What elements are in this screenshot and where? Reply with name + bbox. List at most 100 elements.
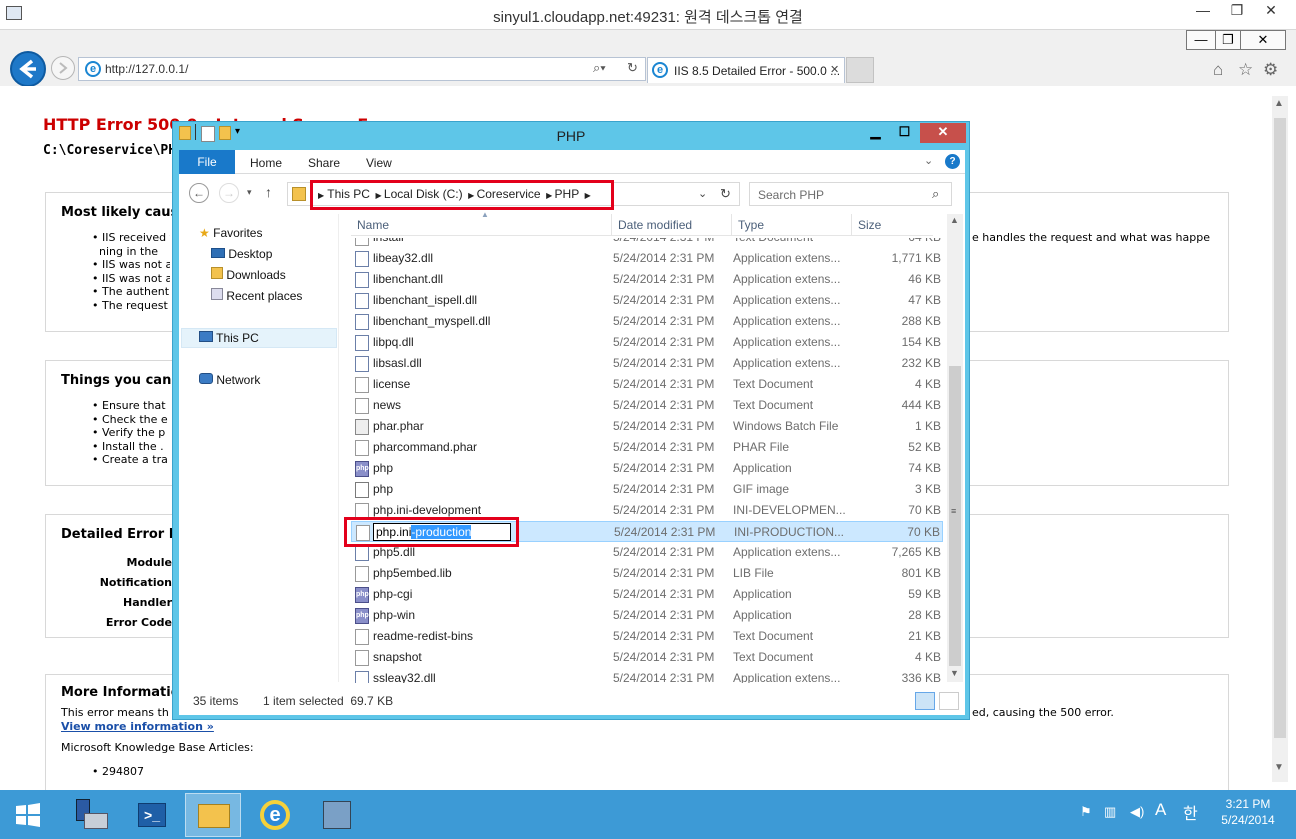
nav-recent-places[interactable]: Recent places xyxy=(211,287,302,305)
explorer-minimize-button[interactable]: ▁ xyxy=(862,123,889,143)
browser-minimize-button[interactable]: — xyxy=(1186,30,1216,50)
rdp-close-button[interactable]: ✕ xyxy=(1254,0,1288,22)
rdp-restore-button[interactable]: ❐ xyxy=(1220,0,1254,22)
favorites-star-icon[interactable]: ☆ xyxy=(1238,60,1253,80)
file-row[interactable]: libenchant_myspell.dll 5/24/2014 2:31 PM A… xyxy=(351,311,943,332)
file-row[interactable]: libenchant_ispell.dll 5/24/2014 2:31 PM Ap… xyxy=(351,290,943,311)
file-row[interactable]: phar.phar 5/24/2014 2:31 PM Windows Batch … xyxy=(351,416,943,437)
taskbar-internet-explorer[interactable]: e xyxy=(247,793,303,837)
large-icons-view-icon[interactable] xyxy=(939,692,959,710)
ribbon-expand-icon[interactable]: ⌄ xyxy=(924,154,933,167)
scroll-down-icon[interactable]: ▼ xyxy=(1274,762,1284,773)
file-row[interactable]: php php-win 5/24/2014 2:31 PM Application 28… xyxy=(351,605,943,626)
file-row[interactable]: readme-redist-bins 5/24/2014 2:31 PM Text … xyxy=(351,626,943,647)
nav-this-pc[interactable]: This PC xyxy=(199,329,259,347)
list-item: • Create a tra xyxy=(92,453,168,466)
list-scroll-down-icon[interactable]: ▼ xyxy=(950,668,959,678)
ribbon-tab-share[interactable]: Share xyxy=(308,156,340,170)
search-php-box[interactable]: Search PHP ⌕ xyxy=(749,182,952,206)
file-row[interactable]: php php 5/24/2014 2:31 PM Application 74 KB xyxy=(351,458,943,479)
address-text[interactable]: http://127.0.0.1/ xyxy=(105,62,188,76)
file-row[interactable]: ssleay32.dll 5/24/2014 2:31 PM Application… xyxy=(351,668,943,683)
tab-close-icon[interactable]: ✕ xyxy=(830,63,839,76)
file-row[interactable]: php5embed.lib 5/24/2014 2:31 PM LIB File 80… xyxy=(351,563,943,584)
breadcrumb-local-disk[interactable]: Local Disk (C:) xyxy=(384,187,463,201)
details-view-icon[interactable] xyxy=(915,692,935,710)
list-scroll-up-icon[interactable]: ▲ xyxy=(950,215,959,225)
file-row[interactable]: libpq.dll 5/24/2014 2:31 PM Application ex… xyxy=(351,332,943,353)
settings-gear-icon[interactable]: ⚙ xyxy=(1263,60,1278,80)
back-button[interactable] xyxy=(10,51,46,87)
help-icon[interactable]: ? xyxy=(945,154,960,169)
ribbon-tab-file[interactable]: File xyxy=(179,150,235,174)
file-row[interactable]: libeay32.dll 5/24/2014 2:31 PM Application… xyxy=(351,248,943,269)
column-type[interactable]: Type xyxy=(738,218,764,232)
column-date-modified[interactable]: Date modified xyxy=(618,218,692,232)
file-row[interactable]: news 5/24/2014 2:31 PM Text Document 444 KB xyxy=(351,395,943,416)
breadcrumb[interactable]: ▶ This PC ▶ Local Disk (C:) ▶ Coreservic… xyxy=(287,180,740,210)
taskbar-powershell[interactable]: >_ xyxy=(124,793,180,837)
start-button[interactable] xyxy=(14,802,42,831)
column-name[interactable]: Name xyxy=(357,218,389,232)
explorer-close-button[interactable]: ✕ xyxy=(920,123,966,143)
page-scrollbar[interactable]: ▲ ▼ xyxy=(1272,96,1288,782)
ime-mode-indicator[interactable]: A xyxy=(1155,800,1166,820)
nav-desktop[interactable]: Desktop xyxy=(211,245,272,263)
explorer-maximize-button[interactable]: ☐ xyxy=(891,123,918,143)
file-list-scrollbar[interactable]: ▲ ≡ ▼ xyxy=(947,214,963,682)
file-row[interactable]: libsasl.dll 5/24/2014 2:31 PM Application … xyxy=(351,353,943,374)
search-magnifier-icon[interactable]: ⌕ xyxy=(932,186,939,202)
taskbar-file-explorer[interactable] xyxy=(185,793,241,837)
address-bar[interactable]: e http://127.0.0.1/ ⌕▾ ↻ xyxy=(78,57,646,81)
bat-file-icon xyxy=(355,419,369,435)
search-placeholder[interactable]: Search PHP xyxy=(758,188,824,202)
browser-restore-button[interactable]: ❐ xyxy=(1215,30,1241,50)
breadcrumb-php[interactable]: PHP xyxy=(555,187,579,201)
file-type: PHAR File xyxy=(733,440,790,454)
ribbon-tab-home[interactable]: Home xyxy=(250,156,282,170)
refresh-icon[interactable]: ↻ xyxy=(627,60,638,76)
network-status-icon[interactable]: ▥ xyxy=(1104,804,1116,820)
file-row[interactable]: install 5/24/2014 2:31 PM Text Document 64 … xyxy=(351,238,943,248)
new-tab-button[interactable] xyxy=(846,57,874,83)
rdp-minimize-button[interactable]: — xyxy=(1186,0,1220,22)
breadcrumb-coreservice[interactable]: Coreservice xyxy=(477,187,541,201)
up-arrow-icon[interactable]: ↑ xyxy=(265,184,272,200)
file-row[interactable]: pharcommand.phar 5/24/2014 2:31 PM PHAR Fi… xyxy=(351,437,943,458)
nav-network[interactable]: Network xyxy=(199,371,260,389)
breadcrumb-folder-icon xyxy=(292,187,306,201)
column-size[interactable]: Size xyxy=(858,218,881,232)
ime-korean-indicator[interactable]: 한 xyxy=(1183,800,1198,824)
volume-icon[interactable]: ◀) xyxy=(1130,804,1144,820)
rename-input[interactable]: php.ini-production xyxy=(373,523,511,541)
explorer-back-button[interactable]: ← xyxy=(189,183,209,203)
view-more-info-link[interactable]: View more information » xyxy=(61,720,214,733)
explorer-refresh-icon[interactable]: ↻ xyxy=(720,186,731,202)
forward-button[interactable] xyxy=(51,56,75,80)
nav-favorites[interactable]: ★ Favorites xyxy=(199,224,262,242)
recent-locations-icon[interactable]: ▾ xyxy=(247,187,252,198)
scrollbar-thumb[interactable] xyxy=(1274,118,1286,738)
file-name: libsasl.dll xyxy=(373,356,422,370)
address-dropdown-icon[interactable]: ⌄ xyxy=(698,187,707,200)
file-row[interactable]: snapshot 5/24/2014 2:31 PM Text Document 4 … xyxy=(351,647,943,668)
browser-close-button[interactable]: ✕ xyxy=(1240,30,1286,50)
ribbon-tab-strip: File Home Share View ⌄ ? xyxy=(179,150,965,174)
breadcrumb-this-pc[interactable]: This PC xyxy=(327,187,370,201)
clock[interactable]: 3:21 PM 5/24/2014 xyxy=(1206,796,1290,828)
file-row[interactable]: license 5/24/2014 2:31 PM Text Document 4 K… xyxy=(351,374,943,395)
taskbar-server-manager[interactable] xyxy=(62,793,118,837)
flag-icon[interactable]: ⚑ xyxy=(1080,804,1092,820)
scroll-up-icon[interactable]: ▲ xyxy=(1274,98,1284,109)
list-scrollbar-thumb[interactable]: ≡ xyxy=(949,366,961,666)
search-icon[interactable]: ⌕▾ xyxy=(593,60,606,76)
browser-tab[interactable]: e IIS 8.5 Detailed Error - 500.0 ... ✕ xyxy=(647,57,845,83)
file-row[interactable]: php 5/24/2014 2:31 PM GIF image 3 KB xyxy=(351,479,943,500)
file-row[interactable]: php php-cgi 5/24/2014 2:31 PM Application 59… xyxy=(351,584,943,605)
explorer-forward-button[interactable]: → xyxy=(219,183,239,203)
taskbar-iis-manager[interactable] xyxy=(309,793,365,837)
file-row[interactable]: libenchant.dll 5/24/2014 2:31 PM Applicati… xyxy=(351,269,943,290)
home-icon[interactable]: ⌂ xyxy=(1213,60,1223,80)
ribbon-tab-view[interactable]: View xyxy=(366,156,392,170)
nav-downloads[interactable]: Downloads xyxy=(211,266,286,284)
